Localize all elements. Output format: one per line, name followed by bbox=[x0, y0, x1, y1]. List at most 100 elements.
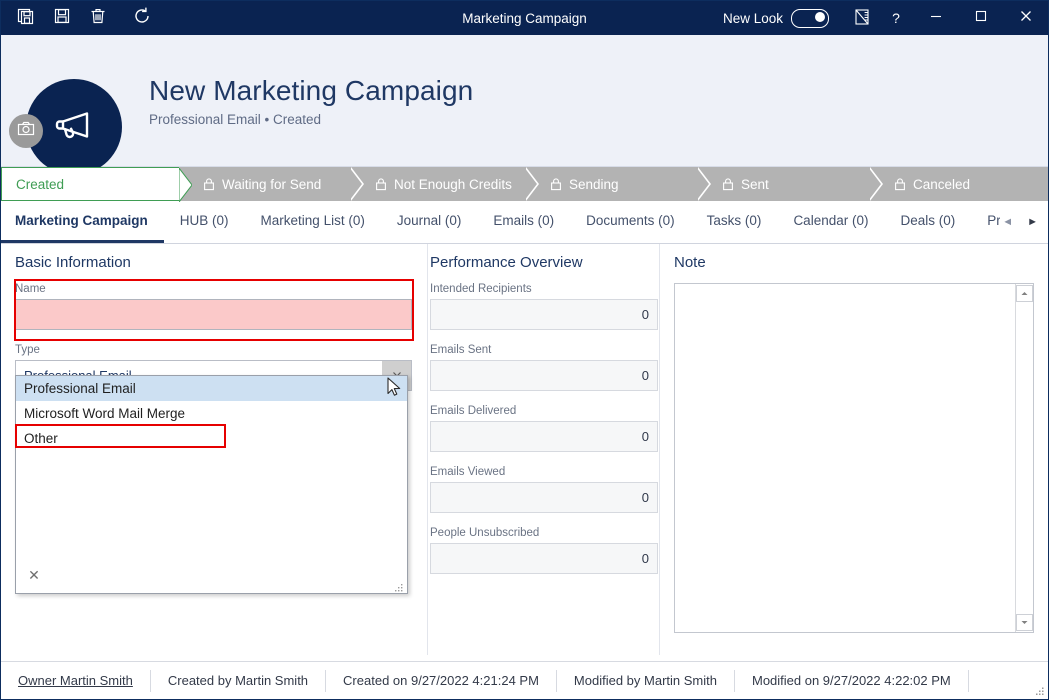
save-icon bbox=[52, 6, 72, 31]
delete-button[interactable] bbox=[81, 3, 115, 33]
tab-deals[interactable]: Deals (0) bbox=[884, 201, 971, 243]
save-new-icon bbox=[16, 6, 36, 31]
intended-recipients-field-group: Intended Recipients 0 bbox=[428, 283, 660, 330]
type-dropdown-list[interactable]: Professional Email Microsoft Word Mail M… bbox=[15, 375, 408, 594]
application-window: Marketing Campaign New Look ? New Market… bbox=[0, 0, 1049, 700]
tab-emails[interactable]: Emails (0) bbox=[477, 201, 570, 243]
lock-icon bbox=[375, 177, 387, 191]
tab-label: Deals (0) bbox=[900, 213, 956, 228]
type-option-other[interactable]: Other bbox=[16, 426, 407, 451]
help-icon: ? bbox=[892, 10, 900, 26]
emails-sent-value: 0 bbox=[430, 360, 658, 391]
window-resize-grip-icon[interactable] bbox=[1034, 685, 1045, 696]
scroll-down-button[interactable] bbox=[1016, 614, 1033, 631]
performance-overview-panel: Performance Overview Intended Recipients… bbox=[428, 244, 660, 655]
status-owner[interactable]: Owner Martin Smith bbox=[1, 669, 151, 692]
tab-tasks[interactable]: Tasks (0) bbox=[691, 201, 778, 243]
stage-created[interactable]: Created bbox=[1, 166, 193, 204]
tab-label: Marketing List (0) bbox=[260, 213, 365, 228]
stage-not-enough-credits[interactable]: Not Enough Credits bbox=[351, 166, 540, 202]
save-and-new-button[interactable] bbox=[9, 3, 43, 33]
title-bar-right: New Look ? bbox=[723, 1, 1048, 35]
refresh-button[interactable] bbox=[125, 3, 159, 33]
tab-scroll-controls: ◄ ► bbox=[1000, 201, 1048, 243]
tab-journal[interactable]: Journal (0) bbox=[381, 201, 478, 243]
maximize-icon bbox=[974, 9, 988, 28]
status-created-by: Created by Martin Smith bbox=[151, 669, 327, 692]
stage-chevron-icon bbox=[349, 166, 365, 202]
tab-marketing-campaign[interactable]: Marketing Campaign bbox=[1, 201, 164, 243]
lock-icon bbox=[203, 177, 215, 191]
type-option-professional-email[interactable]: Professional Email bbox=[16, 376, 407, 401]
change-image-button[interactable] bbox=[9, 114, 43, 148]
close-button[interactable] bbox=[1003, 1, 1048, 35]
tab-label: Documents (0) bbox=[586, 213, 675, 228]
note-editor[interactable] bbox=[674, 283, 1034, 633]
note-textarea[interactable] bbox=[675, 284, 1015, 632]
stage-chevron-icon bbox=[524, 166, 540, 202]
type-option-microsoft-word-mail-merge[interactable]: Microsoft Word Mail Merge bbox=[16, 401, 407, 426]
tab-bar: Marketing Campaign HUB (0) Marketing Lis… bbox=[1, 201, 1048, 244]
name-label: Name bbox=[15, 283, 46, 295]
emails-delivered-field-group: Emails Delivered 0 bbox=[428, 405, 660, 452]
emails-sent-label: Emails Sent bbox=[430, 344, 492, 356]
type-option-label: Professional Email bbox=[24, 381, 136, 396]
ruler-design-icon bbox=[852, 7, 872, 30]
status-created-on: Created on 9/27/2022 4:21:24 PM bbox=[326, 669, 557, 692]
status-bar: Owner Martin Smith Created by Martin Smi… bbox=[1, 661, 1048, 699]
save-button[interactable] bbox=[45, 3, 79, 33]
new-look-label: New Look bbox=[722, 10, 783, 26]
minimize-button[interactable] bbox=[913, 1, 958, 35]
tab-label: Calendar (0) bbox=[793, 213, 869, 228]
stage-waiting-for-send[interactable]: Waiting for Send bbox=[179, 166, 365, 202]
title-bar-tools bbox=[1, 3, 159, 33]
process-stage-bar: Created Waiting for Send Not Enough Cred… bbox=[1, 166, 1048, 204]
type-field-group: Type Professional Email Professional Ema… bbox=[15, 344, 412, 594]
tab-marketing-list[interactable]: Marketing List (0) bbox=[245, 201, 381, 243]
basic-information-panel: Basic Information Name Type Professional… bbox=[1, 244, 428, 655]
form-content: Basic Information Name Type Professional… bbox=[1, 244, 1048, 655]
note-title: Note bbox=[674, 254, 706, 271]
tab-label: Projects ( bbox=[987, 213, 1001, 228]
tab-documents[interactable]: Documents (0) bbox=[570, 201, 691, 243]
stage-chevron-icon bbox=[696, 166, 712, 202]
people-unsubscribed-field-group: People Unsubscribed 0 bbox=[428, 527, 660, 574]
tab-hub[interactable]: HUB (0) bbox=[164, 201, 245, 243]
status-modified-on: Modified on 9/27/2022 4:22:02 PM bbox=[735, 669, 969, 692]
stage-sent[interactable]: Sent bbox=[698, 166, 884, 202]
stage-label: Not Enough Credits bbox=[394, 176, 512, 192]
emails-sent-field-group: Emails Sent 0 bbox=[428, 344, 660, 391]
resize-grip-icon[interactable] bbox=[394, 580, 404, 592]
refresh-icon bbox=[131, 5, 153, 32]
stage-sending[interactable]: Sending bbox=[526, 166, 712, 202]
close-icon: ✕ bbox=[28, 566, 40, 583]
stage-canceled[interactable]: Canceled bbox=[870, 167, 1048, 201]
emails-viewed-value: 0 bbox=[430, 482, 658, 513]
tab-projects[interactable]: Projects ( bbox=[971, 201, 1000, 243]
design-mode-button[interactable] bbox=[845, 1, 879, 35]
type-label: Type bbox=[15, 344, 40, 356]
minimize-icon bbox=[929, 9, 943, 28]
status-modified-on-label: Modified on 9/27/2022 4:22:02 PM bbox=[751, 673, 951, 688]
people-unsubscribed-value: 0 bbox=[430, 543, 658, 574]
lock-icon bbox=[550, 177, 562, 191]
type-option-label: Microsoft Word Mail Merge bbox=[24, 406, 186, 421]
tab-label: Tasks (0) bbox=[706, 213, 762, 228]
tab-list: Marketing Campaign HUB (0) Marketing Lis… bbox=[1, 201, 1000, 243]
scroll-up-button[interactable] bbox=[1016, 285, 1033, 302]
trash-icon bbox=[88, 6, 108, 31]
note-scrollbar[interactable] bbox=[1015, 284, 1033, 632]
record-header: New Marketing Campaign Professional Emai… bbox=[1, 35, 1048, 184]
people-unsubscribed-label: People Unsubscribed bbox=[430, 527, 540, 539]
tabs-scroll-right-icon[interactable]: ► bbox=[1025, 216, 1040, 228]
maximize-button[interactable] bbox=[958, 1, 1003, 35]
name-input[interactable] bbox=[15, 299, 412, 330]
help-button[interactable]: ? bbox=[879, 1, 913, 35]
basic-information-title: Basic Information bbox=[15, 254, 131, 271]
lock-icon bbox=[722, 177, 734, 191]
clear-selection-button[interactable]: ✕ bbox=[24, 565, 44, 585]
new-look-toggle[interactable] bbox=[791, 8, 829, 28]
tabs-scroll-left-icon[interactable]: ◄ bbox=[1000, 216, 1015, 228]
tab-calendar[interactable]: Calendar (0) bbox=[777, 201, 884, 243]
status-owner-label: Owner Martin Smith bbox=[18, 673, 133, 688]
